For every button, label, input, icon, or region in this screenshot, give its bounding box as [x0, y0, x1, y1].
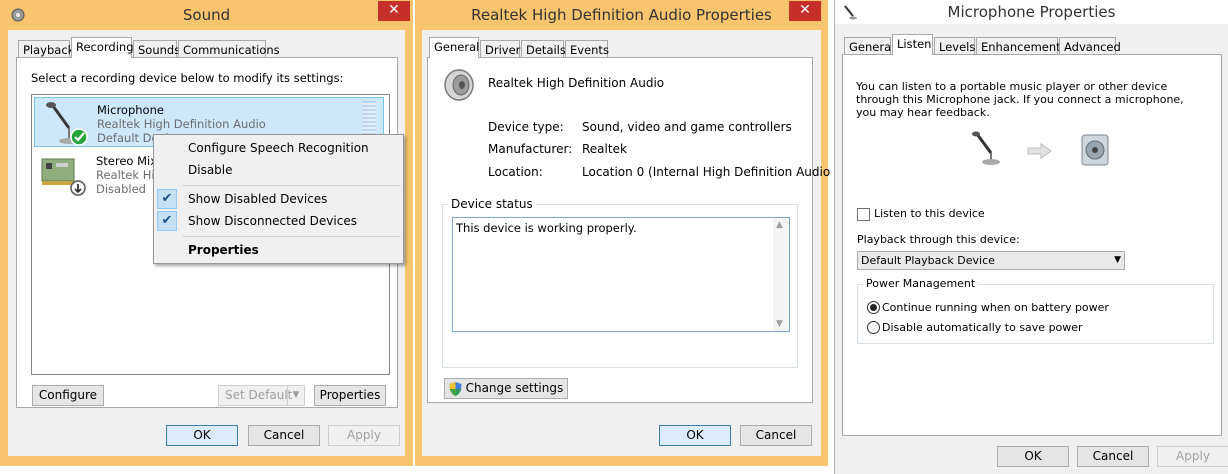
menu-item-show-disabled[interactable]: ✔ Show Disabled Devices	[154, 188, 403, 210]
speaker-icon	[1080, 133, 1110, 167]
realtek-title: Realtek High Definition Audio Properties	[471, 6, 772, 24]
scroll-up-icon[interactable]: ▲	[776, 220, 783, 230]
properties-button[interactable]: Properties	[314, 385, 386, 406]
location-label: Location:	[488, 165, 543, 179]
tab-listen[interactable]: Listen	[892, 34, 933, 55]
device-context-menu: Configure Speech Recognition Disable ✔ S…	[153, 134, 404, 264]
microphone-name: Microphone	[97, 103, 164, 117]
tab-levels[interactable]: Levels	[934, 37, 975, 55]
tab-advanced[interactable]: Advanced	[1059, 37, 1121, 55]
continue-running-label[interactable]: Continue running when on battery power	[882, 301, 1109, 314]
shield-icon	[449, 381, 462, 396]
radio-continue-running[interactable]	[867, 301, 880, 314]
tab-general[interactable]: General	[844, 37, 894, 55]
menu-item-properties[interactable]: Properties	[154, 239, 403, 261]
listen-checkbox[interactable]	[857, 208, 870, 221]
mic-apply-button[interactable]: Apply	[1157, 446, 1228, 467]
menu-separator	[182, 236, 401, 237]
playback-device-select[interactable]: Default Playback Device ▼	[857, 251, 1125, 270]
mic-body: General Listen Levels Enhancements Advan…	[835, 24, 1228, 474]
power-management-legend: Power Management	[863, 277, 979, 290]
set-default-label: Set Default	[225, 388, 293, 402]
listen-checkbox-label[interactable]: Listen to this device	[874, 207, 985, 220]
tab-general[interactable]: General	[429, 37, 479, 58]
stereo-mix-status: Disabled	[96, 182, 146, 196]
microphone-icon	[39, 100, 89, 146]
radio-dot	[870, 304, 877, 311]
sound-apply-button[interactable]: Apply	[328, 425, 400, 446]
device-name: Realtek High Definition Audio	[488, 76, 665, 90]
tab-sounds[interactable]: Sounds	[133, 40, 180, 58]
change-settings-button[interactable]: Change settings	[444, 378, 568, 399]
sound-card-icon	[38, 151, 88, 197]
playback-label: Playback through this device:	[857, 233, 1020, 246]
menu-item-disable[interactable]: Disable	[154, 159, 403, 181]
menu-separator	[182, 185, 401, 186]
power-management-group	[857, 284, 1214, 344]
listen-panel: You can listen to a portable music playe…	[842, 54, 1222, 436]
set-default-button[interactable]: Set Default ▼	[218, 385, 305, 406]
mic-window: Microphone Properties General Listen Lev…	[834, 0, 1228, 474]
speaker-icon	[442, 68, 476, 102]
status-scrollbar[interactable]: ▲ ▼	[773, 218, 789, 331]
device-type-value: Sound, video and game controllers	[582, 120, 792, 134]
tab-communications[interactable]: Communications	[178, 40, 280, 58]
disable-automatically-label[interactable]: Disable automatically to save power	[882, 321, 1083, 334]
menu-item-configure-speech[interactable]: Configure Speech Recognition	[154, 137, 403, 159]
microphone-icon	[971, 131, 1005, 167]
realtek-window: Realtek High Definition Audio Properties…	[415, 0, 861, 466]
configure-button[interactable]: Configure	[32, 385, 104, 406]
tab-recording[interactable]: Recording	[71, 37, 134, 58]
tab-details[interactable]: Details	[521, 40, 566, 58]
recording-instruction: Select a recording device below to modif…	[31, 71, 344, 85]
checkmark-icon: ✔	[157, 211, 177, 231]
device-status-text: This device is working properly.	[456, 221, 637, 235]
manufacturer-label: Manufacturer:	[488, 142, 573, 156]
sound-cancel-button[interactable]: Cancel	[248, 425, 320, 446]
listen-description: You can listen to a portable music playe…	[856, 80, 1184, 119]
tab-enhancements[interactable]: Enhancements	[976, 37, 1067, 55]
manufacturer-value: Realtek	[582, 142, 627, 156]
realtek-ok-button[interactable]: OK	[659, 425, 731, 446]
menu-item-show-disconnected[interactable]: ✔ Show Disconnected Devices	[154, 210, 403, 232]
stereo-mix-name: Stereo Mix	[96, 154, 158, 168]
device-status-legend: Device status	[448, 197, 536, 211]
sound-title: Sound	[182, 6, 231, 24]
realtek-cancel-button[interactable]: Cancel	[740, 425, 812, 446]
tab-playback[interactable]: Playback	[18, 40, 74, 58]
location-value: Location 0 (Internal High Definition Aud…	[582, 165, 861, 179]
scroll-down-icon[interactable]: ▼	[776, 319, 783, 329]
device-status-textbox[interactable]: This device is working properly. ▲ ▼	[452, 217, 790, 332]
tab-driver[interactable]: Driver	[480, 40, 520, 58]
device-type-label: Device type:	[488, 120, 564, 134]
checkmark-icon: ✔	[157, 189, 177, 209]
mic-ok-button[interactable]: OK	[997, 446, 1069, 467]
radio-disable-automatically[interactable]	[867, 321, 880, 334]
mic-cancel-button[interactable]: Cancel	[1077, 446, 1149, 467]
general-panel: Realtek High Definition Audio Device typ…	[427, 57, 861, 403]
microphone-driver: Realtek High Definition Audio	[97, 117, 266, 131]
chevron-down-icon[interactable]: ▼	[1114, 255, 1121, 265]
show-disconnected-label: Show Disconnected Devices	[188, 214, 357, 228]
tab-events[interactable]: Events	[565, 40, 609, 58]
playback-device-value: Default Playback Device	[861, 254, 995, 267]
chevron-down-icon[interactable]: ▼	[287, 386, 304, 405]
change-settings-label: Change settings	[465, 381, 564, 395]
mic-title: Microphone Properties	[947, 3, 1116, 21]
arrow-right-icon	[1027, 143, 1053, 159]
show-disabled-label: Show Disabled Devices	[188, 192, 328, 206]
realtek-body: General Driver Details Events Realtek Hi…	[422, 30, 861, 456]
sound-ok-button[interactable]: OK	[166, 425, 238, 446]
sound-close-button[interactable]: ✕	[378, 1, 410, 21]
realtek-close-button[interactable]: ✕	[789, 1, 821, 21]
